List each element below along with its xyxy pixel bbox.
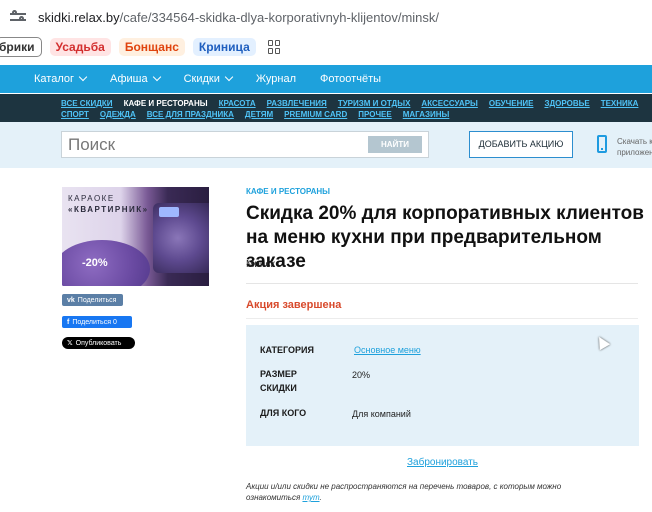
- search-button[interactable]: НАЙТИ: [368, 136, 422, 153]
- bookmark-item[interactable]: Криница: [192, 38, 256, 56]
- category-link[interactable]: СПОРТ: [61, 110, 89, 120]
- category-link[interactable]: ЗДОРОВЬЕ: [544, 99, 589, 109]
- category-bar: ВСЕ СКИДКИ КАФЕ И РЕСТОРАНЫ КРАСОТА РАЗВ…: [0, 94, 652, 122]
- discount-size-label: РАЗМЕР СКИДКИ: [260, 369, 297, 393]
- add-deal-button[interactable]: ДОБАВИТЬ АКЦИЮ: [469, 131, 573, 158]
- promo-discount: -20%: [82, 257, 108, 269]
- address-bar[interactable]: skidki.relax.by/cafe/334564-skidka-dlya-…: [0, 0, 652, 34]
- category-link[interactable]: ПРОЧЕЕ: [358, 110, 392, 120]
- nav-item-afisha[interactable]: Афиша: [110, 72, 161, 85]
- category-link[interactable]: PREMIUM CARD: [284, 110, 347, 120]
- disclaimer-link[interactable]: тут: [302, 493, 319, 502]
- category-value-link[interactable]: Основное меню: [354, 343, 421, 357]
- audience-label: ДЛЯ КОГО: [260, 408, 307, 418]
- facebook-share-button[interactable]: f Поделиться 0: [62, 316, 132, 328]
- bookmark-item[interactable]: Усадьба: [49, 38, 111, 56]
- category-link[interactable]: МАГАЗИНЫ: [403, 110, 450, 120]
- audience-value: Для компаний: [352, 409, 411, 419]
- divider: [246, 283, 638, 284]
- category-link[interactable]: ТУРИЗМ И ОТДЫХ: [338, 99, 411, 109]
- search-input[interactable]: [62, 132, 362, 157]
- category-link[interactable]: РАЗВЛЕЧЕНИЯ: [267, 99, 327, 109]
- chevron-down-icon: [224, 72, 234, 82]
- category-link[interactable]: ВСЕ ДЛЯ ПРАЗДНИКА: [147, 110, 234, 120]
- category-link[interactable]: ТЕХНИКА: [601, 99, 639, 109]
- stage-graphic: [153, 203, 209, 273]
- promo-image: КАРАОКЕ «КВАРТИРНИК» -20%: [62, 187, 209, 286]
- disclaimer-note: Акции и/или скидки не распространяются н…: [246, 482, 562, 502]
- category-label: КАТЕГОРИЯ: [260, 345, 314, 355]
- divider: [246, 318, 638, 319]
- site-settings-icon[interactable]: [10, 9, 26, 25]
- search-box: НАЙТИ: [61, 131, 429, 158]
- category-link[interactable]: ДЕТЯМ: [245, 110, 273, 120]
- page-title: Скидка 20% для корпоративных клиентов на…: [246, 203, 644, 272]
- phone-icon[interactable]: [597, 135, 607, 153]
- facebook-icon: f: [67, 318, 70, 326]
- nav-item-discounts[interactable]: Скидки: [184, 72, 234, 85]
- category-link-active[interactable]: КАФЕ И РЕСТОРАНЫ: [124, 99, 208, 109]
- x-share-button[interactable]: 𝕏 Опубликовать: [62, 337, 135, 349]
- url-text[interactable]: skidki.relax.by/cafe/334564-skidka-dlya-…: [38, 10, 439, 25]
- book-link[interactable]: Забронировать: [407, 457, 478, 468]
- deal-details-panel: КАТЕГОРИЯ Основное меню РАЗМЕР СКИДКИ 20%…: [246, 325, 639, 446]
- chevron-down-icon: [152, 72, 161, 82]
- category-link[interactable]: ВСЕ СКИДКИ: [61, 99, 113, 109]
- category-link[interactable]: ОДЕЖДА: [100, 110, 136, 120]
- bookmark-item[interactable]: Бонщанс: [118, 38, 185, 56]
- chevron-down-icon: [78, 72, 88, 82]
- status-text: Акция завершена: [246, 299, 342, 311]
- category-link[interactable]: КРАСОТА: [219, 99, 256, 109]
- nav-item-journal[interactable]: Журнал: [256, 73, 296, 85]
- vk-share-button[interactable]: vk Поделиться: [62, 294, 123, 306]
- x-icon: 𝕏: [67, 340, 73, 347]
- main-nav: Каталог Афиша Скидки Журнал Фотоотчёты: [0, 65, 652, 93]
- promo-title: КАРАОКЕ «КВАРТИРНИК»: [68, 194, 149, 214]
- bookmarks-bar: брики Усадьба Бонщанс Криница: [0, 36, 652, 58]
- search-strip: НАЙТИ ДОБАВИТЬ АКЦИЮ Скачать кприложен: [0, 122, 652, 168]
- apps-grid-icon[interactable]: [267, 40, 282, 54]
- app-download-note[interactable]: Скачать к приложен: [617, 136, 652, 158]
- deal-city: Минск: [246, 259, 275, 270]
- category-link[interactable]: АКСЕССУАРЫ: [421, 99, 477, 109]
- nav-item-catalog[interactable]: Каталог: [34, 72, 88, 85]
- breadcrumb[interactable]: КАФЕ И РЕСТОРАНЫ: [246, 187, 330, 196]
- discount-size-value: 20%: [352, 370, 371, 380]
- vk-icon: vk: [67, 296, 75, 304]
- category-link[interactable]: ОБУЧЕНИЕ: [489, 99, 534, 109]
- nav-item-photo-reports[interactable]: Фотоотчёты: [320, 73, 381, 85]
- bookmark-item[interactable]: брики: [0, 37, 42, 57]
